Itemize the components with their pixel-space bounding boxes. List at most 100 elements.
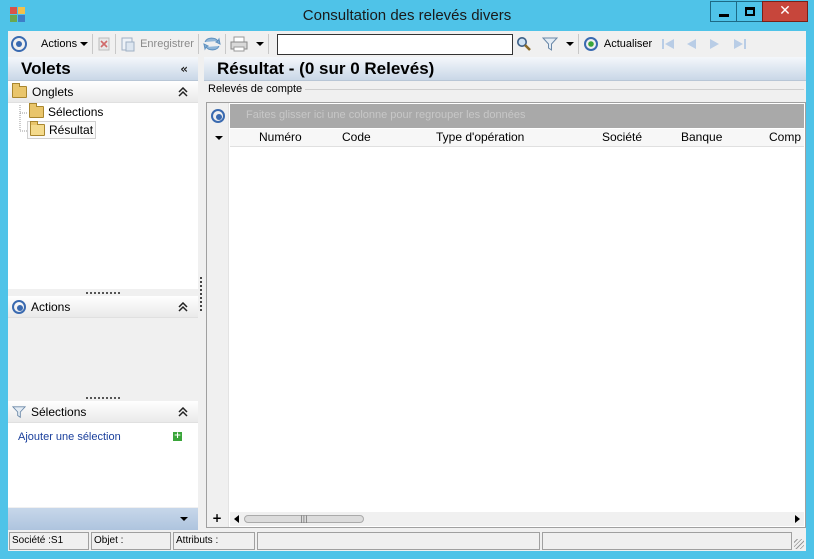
chevron-up-double-icon[interactable] bbox=[178, 301, 188, 312]
close-button[interactable]: ✕ bbox=[762, 1, 808, 22]
onglets-section-header[interactable]: Onglets bbox=[8, 81, 198, 103]
save-button[interactable]: Enregistrer bbox=[120, 33, 194, 55]
grid-row-indicator-column bbox=[207, 103, 229, 527]
maximize-icon bbox=[745, 7, 755, 16]
refresh-icon bbox=[583, 37, 598, 51]
toolbar: Actions Enregistrer Actualiser bbox=[8, 31, 806, 57]
group-by-hint: Faites glisser ici une colonne pour regr… bbox=[246, 109, 526, 121]
toolbar-separator bbox=[267, 34, 269, 54]
save-button-label: Enregistrer bbox=[140, 38, 194, 50]
client-area: Actions Enregistrer Actualiser Volets « … bbox=[8, 31, 806, 551]
collapse-panel-icon[interactable]: « bbox=[180, 62, 188, 76]
scrollbar-thumb[interactable]: ||| bbox=[244, 515, 364, 523]
actions-circle-icon bbox=[11, 36, 27, 52]
column-header-compte[interactable]: Comp bbox=[769, 130, 801, 144]
tree-item-selections[interactable]: Sélections bbox=[27, 103, 105, 120]
sync-arrows-icon bbox=[203, 37, 221, 51]
delete-icon bbox=[98, 37, 110, 51]
selections-section-body: Ajouter une sélection + bbox=[8, 423, 198, 507]
side-panel-header: Volets « bbox=[8, 57, 198, 81]
column-header-banque[interactable]: Banque bbox=[681, 130, 722, 144]
minimize-button[interactable] bbox=[710, 1, 737, 22]
tree-item-resultat[interactable]: Résultat bbox=[27, 121, 97, 139]
filter-icon bbox=[541, 37, 558, 51]
toolbar-separator bbox=[197, 34, 199, 54]
add-selection-plus-icon[interactable]: + bbox=[173, 432, 182, 441]
actions-section-header[interactable]: Actions bbox=[8, 296, 198, 318]
refresh-button-label: Actualiser bbox=[603, 38, 653, 50]
actions-menu[interactable]: Actions bbox=[11, 33, 89, 55]
add-row-icon[interactable]: + bbox=[212, 511, 222, 525]
search-button[interactable] bbox=[516, 33, 532, 55]
chevron-down-icon bbox=[80, 42, 89, 46]
status-objet: Objet : bbox=[91, 532, 171, 550]
status-societe: Société :S1 bbox=[9, 532, 89, 550]
title-bar[interactable]: Consultation des relevés divers ✕ bbox=[0, 0, 814, 31]
search-icon bbox=[516, 37, 531, 51]
horizontal-scrollbar[interactable]: + ||| bbox=[212, 511, 804, 526]
first-record-button[interactable] bbox=[660, 33, 676, 55]
refresh-button[interactable]: Actualiser bbox=[583, 33, 652, 55]
add-selection-link[interactable]: Ajouter une sélection bbox=[18, 431, 121, 443]
tree-item-label: Résultat bbox=[49, 123, 94, 137]
print-button[interactable] bbox=[230, 33, 264, 55]
open-folder-icon bbox=[30, 121, 45, 136]
onglets-section-label: Onglets bbox=[32, 84, 74, 99]
status-empty-cell bbox=[257, 532, 540, 550]
side-panel-footer[interactable] bbox=[8, 508, 198, 530]
application-window: Consultation des relevés divers ✕ Action… bbox=[0, 0, 814, 559]
chevron-down-icon[interactable] bbox=[180, 517, 188, 521]
column-header-code[interactable]: Code bbox=[342, 130, 371, 144]
previous-icon bbox=[687, 39, 697, 49]
side-panel-title: Volets bbox=[21, 58, 71, 78]
tree-item-label: Sélections bbox=[48, 105, 104, 119]
status-empty-cell bbox=[542, 532, 792, 550]
search-input[interactable] bbox=[276, 33, 513, 55]
next-icon bbox=[710, 39, 720, 49]
status-attributs: Attributs : bbox=[173, 532, 255, 550]
grid-options-icon[interactable] bbox=[211, 109, 225, 123]
filter-icon bbox=[12, 405, 26, 418]
actions-section-label: Actions bbox=[31, 299, 71, 314]
previous-record-button[interactable] bbox=[684, 33, 698, 55]
printer-icon bbox=[230, 36, 248, 52]
actions-menu-label: Actions bbox=[41, 38, 78, 50]
toolbar-separator bbox=[115, 34, 117, 54]
window-title: Consultation des relevés divers bbox=[302, 7, 512, 24]
section-resize-grip[interactable] bbox=[8, 289, 198, 296]
first-record-icon bbox=[662, 39, 675, 49]
scroll-left-icon[interactable] bbox=[234, 515, 239, 523]
chevron-down-icon bbox=[565, 42, 574, 46]
maximize-button[interactable] bbox=[736, 1, 763, 22]
next-record-button[interactable] bbox=[708, 33, 722, 55]
scroll-right-icon[interactable] bbox=[795, 515, 800, 523]
resize-grip-icon[interactable] bbox=[794, 539, 804, 549]
column-header-type-operation[interactable]: Type d'opération bbox=[436, 130, 524, 144]
chevron-up-double-icon[interactable] bbox=[178, 406, 188, 417]
column-chooser-dropdown-icon[interactable] bbox=[215, 136, 223, 140]
result-title: Résultat - (0 sur 0 Relevés) bbox=[204, 57, 806, 81]
folder-icon bbox=[29, 103, 44, 118]
last-record-button[interactable] bbox=[732, 33, 748, 55]
chevron-up-double-icon[interactable] bbox=[178, 86, 188, 97]
close-icon: ✕ bbox=[779, 3, 791, 19]
group-box-border bbox=[304, 89, 804, 90]
toolbar-separator bbox=[92, 34, 94, 54]
filter-button[interactable] bbox=[541, 33, 574, 55]
delete-button[interactable] bbox=[97, 33, 111, 55]
minimize-icon bbox=[719, 14, 729, 17]
group-box-title: Relevés de compte bbox=[208, 83, 306, 95]
sync-button[interactable] bbox=[203, 33, 221, 55]
column-header-numero[interactable]: Numéro bbox=[259, 130, 302, 144]
toolbar-separator bbox=[577, 34, 579, 54]
records-grid: Faites glisser ici une colonne pour regr… bbox=[206, 102, 806, 528]
column-header-societe[interactable]: Société bbox=[602, 130, 642, 144]
tabs-tree: Sélections Résultat bbox=[8, 103, 198, 289]
section-resize-grip[interactable] bbox=[8, 394, 198, 401]
window-controls: ✕ bbox=[710, 1, 808, 22]
selections-section-header[interactable]: Sélections bbox=[8, 401, 198, 423]
result-panel: Résultat - (0 sur 0 Relevés) Relevés de … bbox=[204, 57, 806, 530]
actions-section-body bbox=[8, 318, 198, 394]
grid-column-headers: Numéro Code Type d'opération Société Ban… bbox=[230, 129, 804, 147]
group-by-panel[interactable]: Faites glisser ici une colonne pour regr… bbox=[230, 104, 804, 128]
